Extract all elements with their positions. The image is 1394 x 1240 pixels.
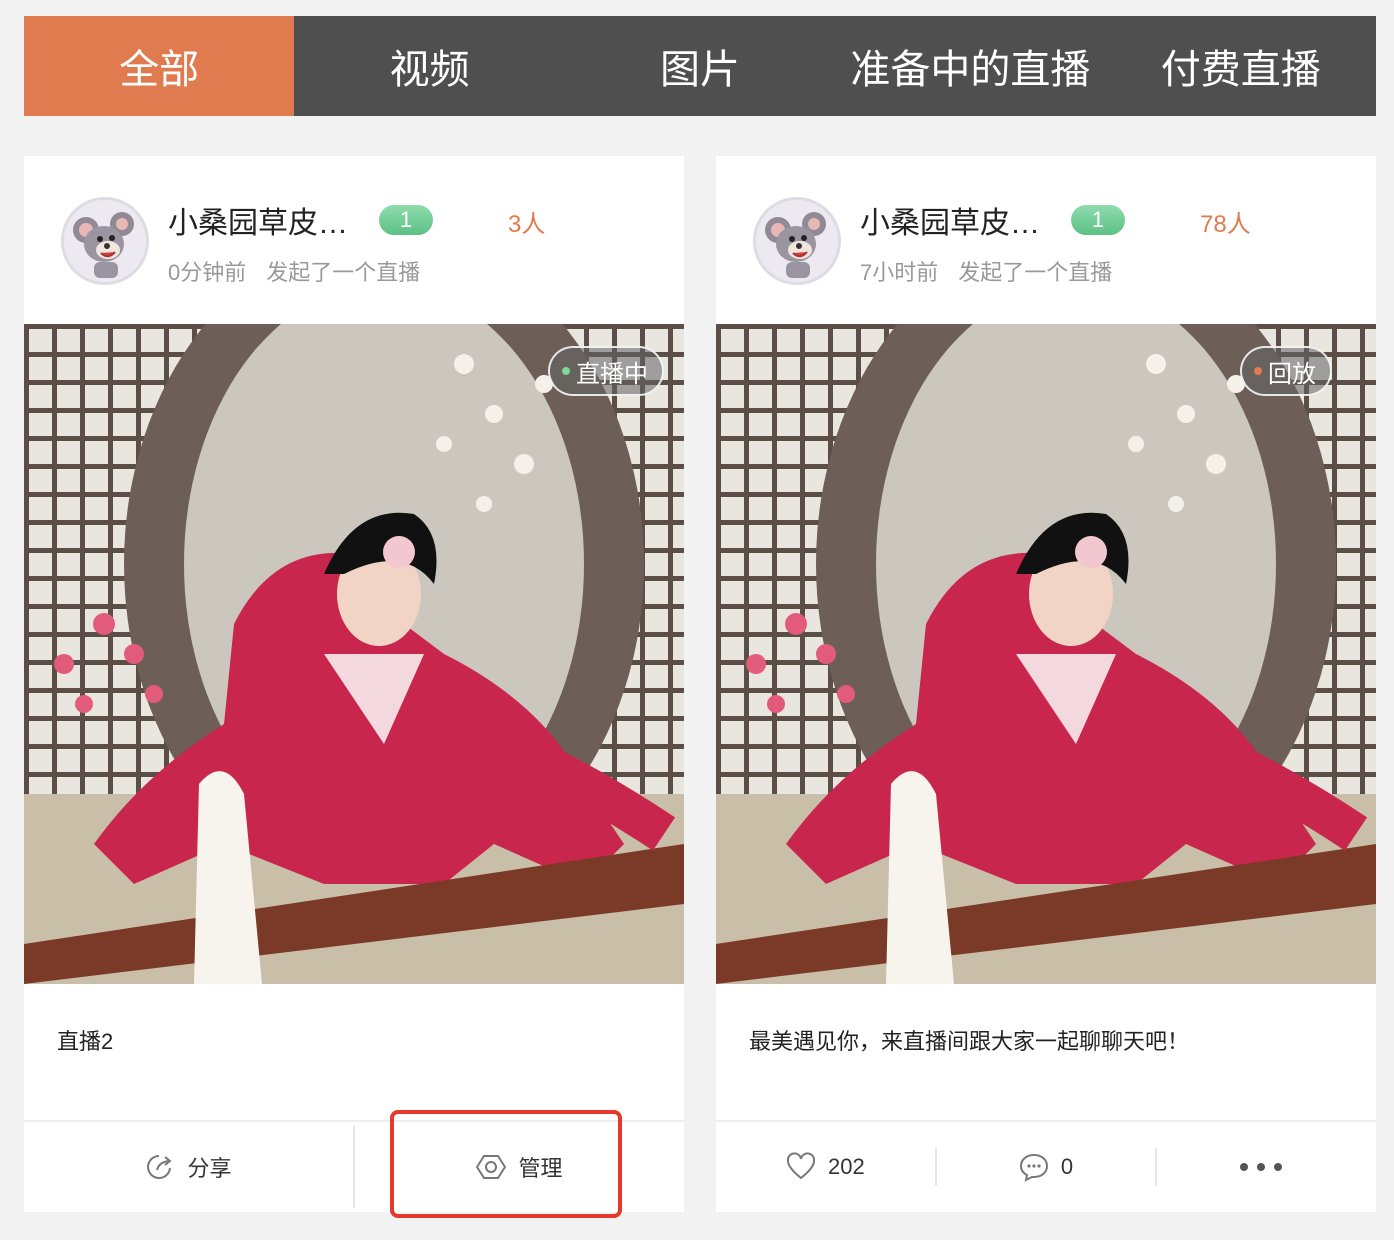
- comment-count: 0: [1060, 1154, 1074, 1179]
- manage-button[interactable]: 管理: [355, 1122, 684, 1212]
- comment-button[interactable]: 0: [937, 1122, 1156, 1212]
- like-button[interactable]: 202: [716, 1122, 935, 1212]
- post-meta: 0分钟前 发起了一个直播: [168, 255, 420, 287]
- post-time: 7小时前: [860, 260, 939, 285]
- replay-dot-icon: [1254, 367, 1262, 375]
- card-footer: 202 0: [716, 1120, 1376, 1212]
- level-badge: 1: [1071, 205, 1125, 235]
- viewer-count: 3人: [508, 211, 546, 238]
- live-cover-image[interactable]: [24, 324, 684, 984]
- tab-pictures[interactable]: 图片: [565, 16, 835, 116]
- mouse-avatar-icon: [64, 200, 146, 282]
- manage-hexagon-icon: [476, 1155, 507, 1179]
- manage-label: 管理: [518, 1156, 563, 1181]
- live-card: 小桑园草皮… 1 3人 0分钟前 发起了一个直播 直播中 直播2 分享 管理: [24, 156, 684, 1212]
- category-tabbar: 全部 视频 图片 准备中的直播 付费直播: [24, 16, 1376, 116]
- avatar[interactable]: [753, 197, 841, 285]
- tab-video[interactable]: 视频: [294, 16, 564, 116]
- replay-status-badge: 回放: [1240, 346, 1332, 396]
- share-label: 分享: [187, 1156, 232, 1181]
- post-action: 发起了一个直播: [266, 260, 421, 285]
- viewer-count: 78人: [1200, 211, 1251, 238]
- heart-icon: [786, 1152, 815, 1180]
- comment-icon: [1019, 1153, 1048, 1182]
- username[interactable]: 小桑园草皮…: [860, 198, 1040, 242]
- avatar[interactable]: [61, 197, 149, 285]
- more-icon: [1239, 1163, 1282, 1171]
- username[interactable]: 小桑园草皮…: [168, 198, 348, 242]
- level-badge: 1: [379, 205, 433, 235]
- live-cover-image[interactable]: [716, 324, 1376, 984]
- status-label: 直播中: [576, 360, 648, 388]
- live-status-badge: 直播中: [548, 346, 664, 396]
- share-button[interactable]: 分享: [24, 1122, 353, 1212]
- mouse-avatar-icon: [756, 200, 838, 282]
- tab-paid-live[interactable]: 付费直播: [1106, 16, 1376, 116]
- post-action: 发起了一个直播: [958, 260, 1113, 285]
- post-caption: 最美遇见你，来直播间跟大家一起聊聊天吧！: [749, 1029, 1190, 1054]
- live-dot-icon: [562, 367, 570, 375]
- like-count: 202: [827, 1154, 865, 1179]
- status-label: 回放: [1268, 360, 1316, 388]
- card-footer: 分享 管理: [24, 1120, 684, 1212]
- post-meta: 7小时前 发起了一个直播: [860, 255, 1112, 287]
- share-icon: [147, 1155, 173, 1179]
- live-card: 小桑园草皮… 1 78人 7小时前 发起了一个直播 回放 最美遇见你，来直播间跟…: [716, 156, 1376, 1212]
- tab-all[interactable]: 全部: [24, 16, 295, 116]
- more-button[interactable]: [1157, 1122, 1376, 1212]
- post-time: 0分钟前: [168, 260, 247, 285]
- tab-preparing-live[interactable]: 准备中的直播: [835, 16, 1105, 116]
- post-caption: 直播2: [57, 1029, 114, 1054]
